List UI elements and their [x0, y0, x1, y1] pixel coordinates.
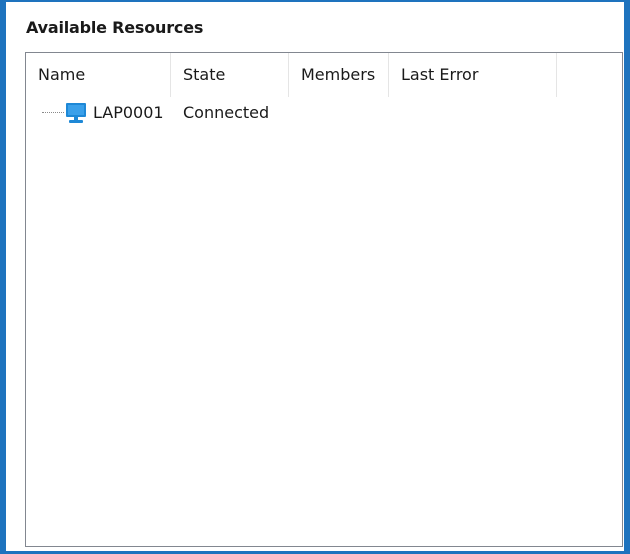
- column-header-filler: [557, 53, 622, 97]
- column-header-name[interactable]: Name: [26, 53, 171, 97]
- resources-list-view[interactable]: Name State Members Last Error LAP0001 Co…: [25, 52, 623, 547]
- column-header-last-error[interactable]: Last Error: [389, 53, 557, 97]
- resource-row[interactable]: LAP0001 Connected: [26, 97, 622, 129]
- column-header-state[interactable]: State: [171, 53, 289, 97]
- window-frame: Available Resources Name State Members L…: [0, 0, 630, 554]
- column-header-members[interactable]: Members: [289, 53, 389, 97]
- computer-monitor-icon: [64, 101, 88, 125]
- resource-state: Connected: [183, 103, 270, 122]
- list-header: Name State Members Last Error: [26, 53, 622, 97]
- section-title: Available Resources: [26, 18, 204, 37]
- resource-name: LAP0001: [93, 103, 164, 122]
- tree-connector-line: [42, 112, 64, 113]
